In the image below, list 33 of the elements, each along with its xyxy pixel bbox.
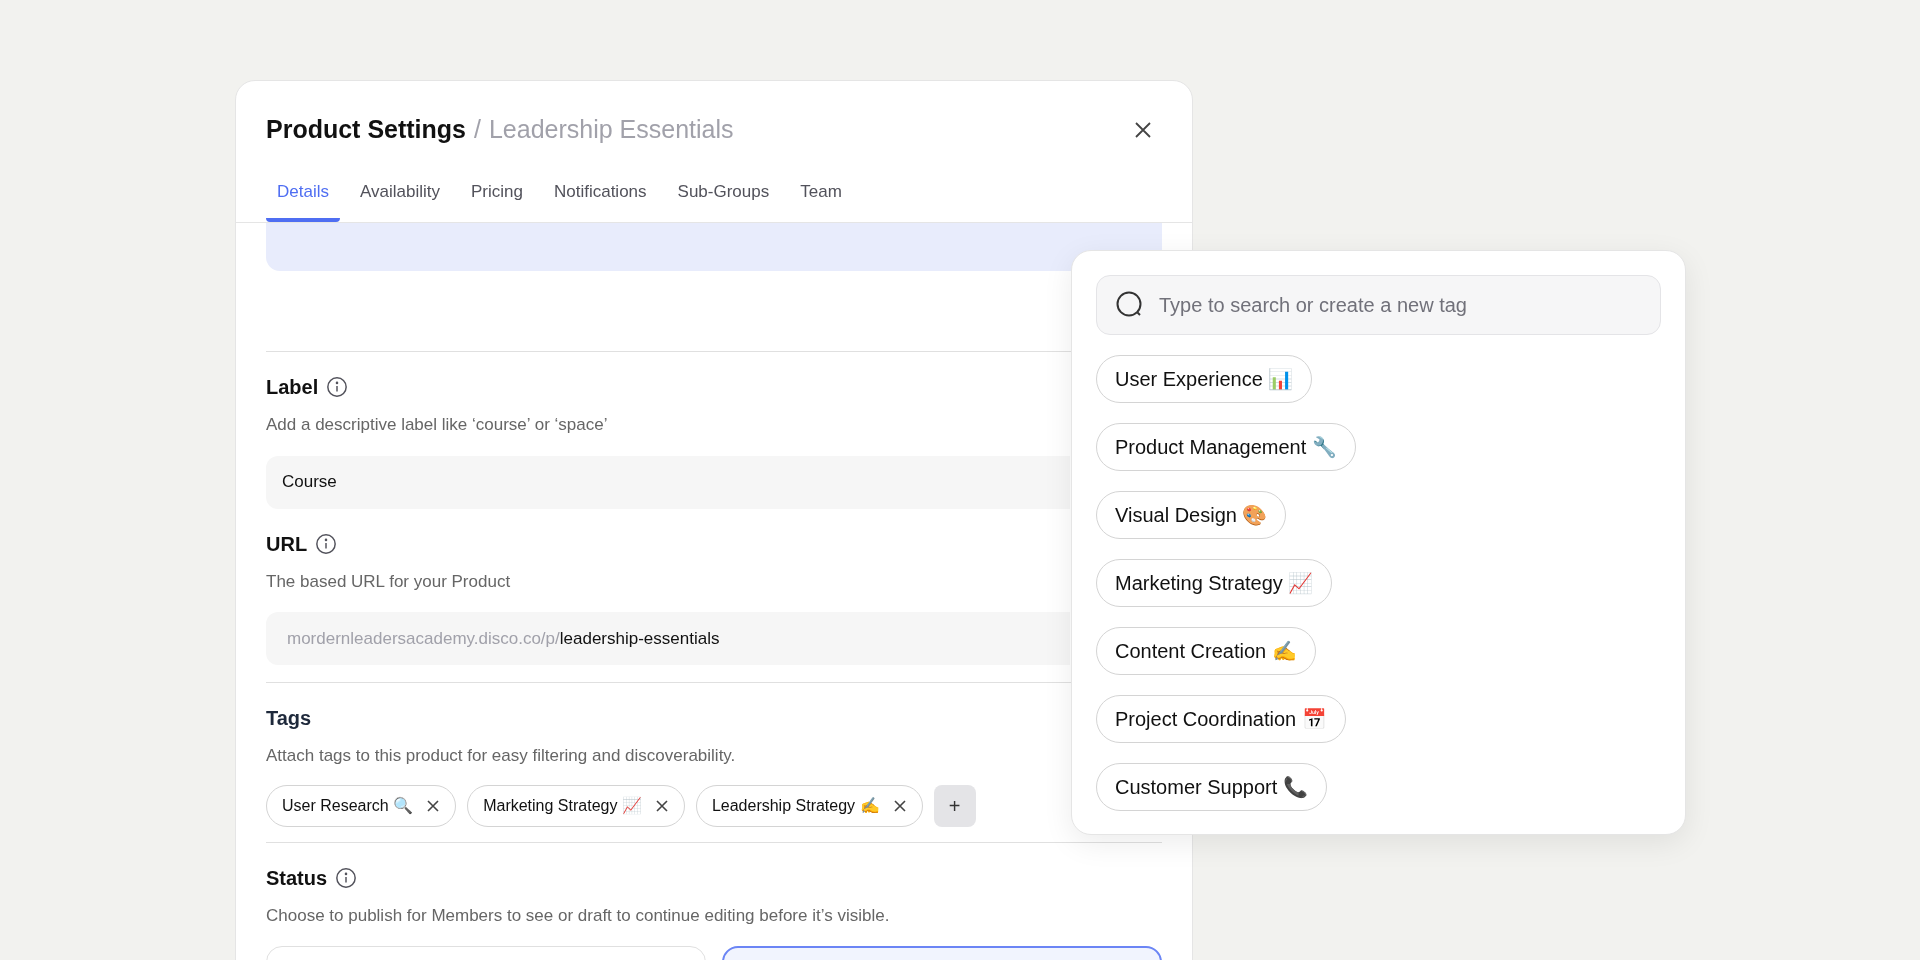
tag-label: Marketing Strategy 📈 bbox=[483, 795, 642, 816]
tag-label: Leadership Strategy ✍ bbox=[711, 795, 880, 816]
section-title: Label bbox=[266, 375, 319, 400]
tab[interactable]: Notifications bbox=[542, 178, 658, 222]
tab[interactable]: Availability bbox=[348, 178, 451, 222]
field-description: The based URL for your Product bbox=[266, 570, 511, 593]
info-icon[interactable] bbox=[335, 866, 358, 889]
field-description: Choose to publish for Members to see or draft to continue editing before it’s visible. bbox=[266, 904, 890, 927]
info-icon[interactable] bbox=[315, 532, 338, 555]
field-description: Add a descriptive label like ‘course’ or ‘space’ bbox=[266, 414, 608, 436]
field-description: Attach tags to this product for easy filtering and discoverability. bbox=[266, 745, 736, 767]
tag-search-input[interactable]: Type to search or create a new tag bbox=[1159, 290, 1642, 320]
url-input[interactable]: mordernleadersacademy.disco.co/p/leadership-essentials bbox=[266, 612, 1070, 665]
tab[interactable]: Pricing bbox=[460, 178, 534, 222]
tag-label: User Research 🔍 bbox=[282, 795, 414, 816]
close-icon bbox=[1133, 119, 1153, 140]
tag-search-field[interactable]: Type to search or create a new tag bbox=[1096, 275, 1661, 335]
remove-icon[interactable] bbox=[427, 799, 440, 812]
url-slug: leadership-essentials bbox=[559, 627, 720, 650]
breadcrumb-separator: / bbox=[474, 114, 481, 145]
section-title: URL bbox=[266, 531, 308, 557]
info-icon[interactable] bbox=[326, 376, 349, 398]
section-title: Status bbox=[266, 865, 328, 891]
remove-icon[interactable] bbox=[655, 799, 668, 812]
label-input[interactable]: Course bbox=[266, 455, 1070, 509]
tab[interactable]: Sub-Groups bbox=[666, 178, 781, 222]
section-title: Tags bbox=[266, 707, 312, 729]
url-prefix: mordernleadersacademy.disco.co/p/ bbox=[287, 627, 560, 650]
modal-subtitle: Leadership Essentials bbox=[488, 114, 734, 145]
add-tag-button[interactable]: + bbox=[933, 784, 976, 827]
remove-icon[interactable] bbox=[893, 799, 906, 812]
modal-title: Product Settings bbox=[266, 114, 466, 145]
tab[interactable]: Team bbox=[789, 178, 853, 222]
